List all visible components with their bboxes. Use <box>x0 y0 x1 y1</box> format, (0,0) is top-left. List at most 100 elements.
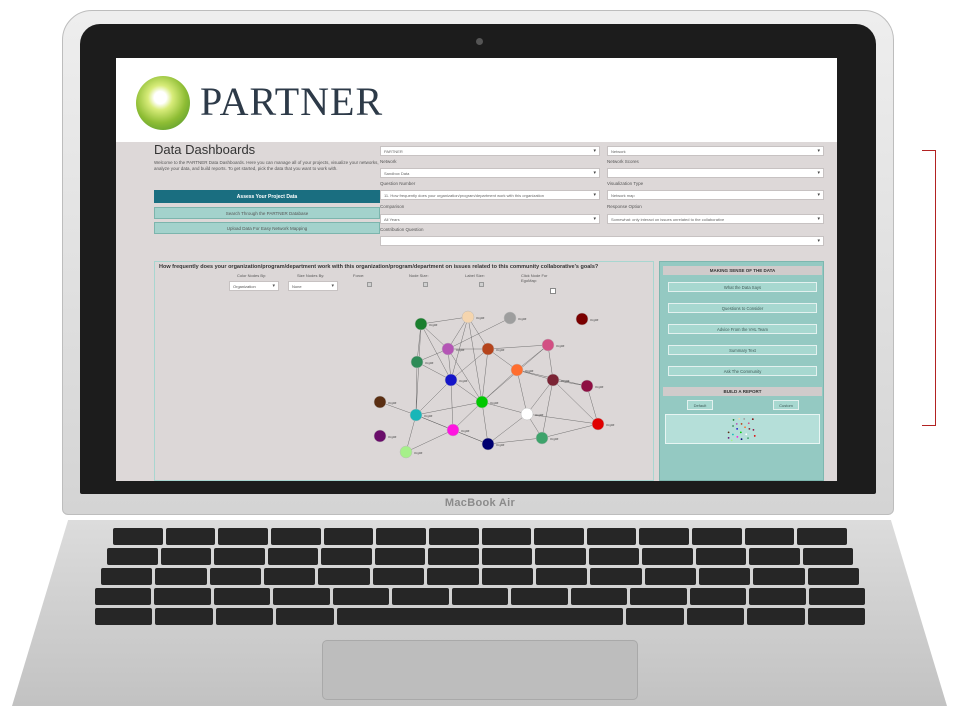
network-node-label: Org## <box>459 379 468 383</box>
network-node[interactable] <box>503 311 517 325</box>
build-report-header: BUILD A REPORT <box>663 387 822 396</box>
thumbnail-node <box>727 431 730 434</box>
network-node[interactable] <box>399 445 413 459</box>
network-node[interactable] <box>510 363 524 377</box>
thumbnail-node <box>735 423 738 425</box>
dashboard: Data Dashboards Welcome to the PARTNER D… <box>116 142 837 481</box>
network-node-label: Org## <box>590 318 599 322</box>
comparison-select[interactable]: All Years <box>380 214 600 224</box>
network-node[interactable] <box>461 310 475 324</box>
network-node-label: Org## <box>476 316 485 320</box>
network-node[interactable] <box>441 342 455 356</box>
network-node[interactable] <box>373 429 387 443</box>
response-option-label: Response Option <box>607 204 642 209</box>
network-node[interactable] <box>475 395 489 409</box>
summary-text-button[interactable]: Summary Text <box>668 345 817 355</box>
advice-button[interactable]: Advice From the VHL Team <box>668 324 817 334</box>
network-map[interactable]: Org## Org## Org## Org## Org## Org## Org## Org##… <box>155 262 655 481</box>
network-node-label: Org## <box>461 429 470 433</box>
network-node[interactable] <box>520 407 534 421</box>
custom-report-button[interactable]: Custom <box>773 400 799 410</box>
thumbnail-node <box>743 418 746 420</box>
network-node[interactable] <box>409 408 423 422</box>
screen: PARTNER Data Dashboards Welcome to the P… <box>116 58 837 481</box>
network-node-label: Org## <box>424 414 433 418</box>
network-select[interactable]: Sandbox Data <box>380 168 600 178</box>
ask-community-button[interactable]: Ask The Community <box>668 366 817 376</box>
network-node-label: Org## <box>425 361 434 365</box>
network-node-label: Org## <box>535 413 544 417</box>
network-node[interactable] <box>591 417 605 431</box>
network-node[interactable] <box>535 431 549 445</box>
network-node-label: Org## <box>456 348 465 352</box>
question-number-select[interactable]: 11. How frequently does your organizatio… <box>380 190 600 200</box>
network-node[interactable] <box>373 395 387 409</box>
network-node[interactable] <box>446 423 460 437</box>
question-number-label: Question Number <box>380 181 416 186</box>
device-brand: MacBook Air <box>444 497 516 509</box>
network-node-label: Org## <box>518 317 527 321</box>
network-edge <box>415 379 452 416</box>
network-edge <box>405 429 454 453</box>
project-select[interactable]: PARTNER <box>380 146 600 156</box>
network-edge <box>541 379 554 439</box>
welcome-text: Welcome to the PARTNER Data Dashboards. … <box>154 160 379 171</box>
what-data-says-button[interactable]: What the Data Says <box>668 282 817 292</box>
network-label: Network <box>380 159 397 164</box>
thumbnail-node <box>730 439 733 442</box>
network-node-label: Org## <box>595 385 604 389</box>
making-sense-header: MAKING SENSE OF THE DATA <box>663 266 822 275</box>
thumbnail-node <box>732 419 735 421</box>
making-sense-panel: MAKING SENSE OF THE DATA What the Data S… <box>659 261 824 481</box>
default-report-button[interactable]: Default <box>687 400 713 410</box>
network-edge <box>481 401 489 445</box>
network-node-label: Org## <box>496 443 505 447</box>
report-thumbnail[interactable] <box>665 414 820 444</box>
network-node[interactable] <box>481 342 495 356</box>
assess-project-data-button[interactable]: Assess Your Project Data <box>154 190 380 203</box>
response-option-select[interactable]: Somewhat: only interact on issues unrela… <box>607 214 824 224</box>
annotation-bracket <box>922 150 936 426</box>
network-edge <box>481 348 489 403</box>
keyboard-row <box>94 588 866 605</box>
partner-logo-icon <box>136 76 190 130</box>
thumbnail-node <box>753 435 756 437</box>
network-edge <box>447 317 511 350</box>
thumbnail-node <box>736 435 739 438</box>
upload-data-button[interactable]: Upload Data For Easy Network Mapping <box>154 222 380 234</box>
network-node[interactable] <box>546 373 560 387</box>
view-select[interactable]: Network <box>607 146 824 156</box>
network-node-label: Org## <box>429 323 438 327</box>
network-node[interactable] <box>580 379 594 393</box>
network-node-label: Org## <box>525 369 534 373</box>
network-node-label: Org## <box>606 423 615 427</box>
keyboard <box>94 528 866 632</box>
network-node[interactable] <box>444 373 458 387</box>
network-scores-select[interactable] <box>607 168 824 178</box>
network-node-label: Org## <box>490 401 499 405</box>
network-edge <box>481 401 528 415</box>
keyboard-row <box>95 528 865 545</box>
network-node[interactable] <box>410 355 424 369</box>
network-node[interactable] <box>414 317 428 331</box>
network-node[interactable] <box>575 312 589 326</box>
network-edge <box>487 413 528 445</box>
visualization-type-label: Visualization Type <box>607 181 644 186</box>
visualization-type-select[interactable]: Network map <box>607 190 824 200</box>
thumbnail-node <box>740 423 743 425</box>
network-panel: How frequently does your organization/pr… <box>154 261 654 481</box>
network-edge <box>481 369 518 403</box>
search-database-button[interactable]: Search Through the PARTNER Database <box>154 207 380 219</box>
comparison-label: Comparison <box>380 204 405 209</box>
report-thumbnail-map <box>727 417 756 442</box>
contribution-question-select[interactable] <box>380 236 824 246</box>
page-title: Data Dashboards <box>154 142 256 157</box>
network-edge <box>516 369 528 415</box>
logo-text: PARTNER <box>200 79 384 124</box>
network-node[interactable] <box>481 437 495 451</box>
network-node-label: Org## <box>550 437 559 441</box>
questions-to-consider-button[interactable]: Questions to Consider <box>668 303 817 313</box>
thumbnail-node <box>736 427 739 430</box>
thumbnail-node <box>752 428 755 431</box>
network-node[interactable] <box>541 338 555 352</box>
